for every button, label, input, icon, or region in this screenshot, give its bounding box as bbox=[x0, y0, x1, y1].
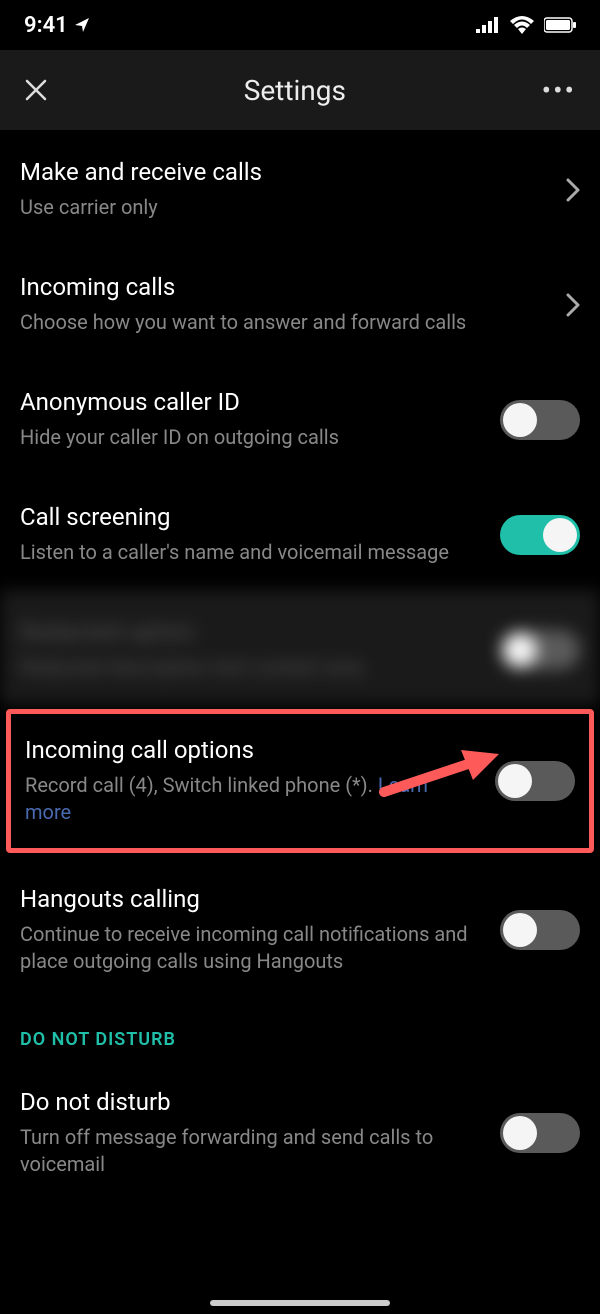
row-text: Hangouts calling Continue to receive inc… bbox=[20, 885, 500, 975]
row-subtitle-text: Record call (4), Switch linked phone (*)… bbox=[25, 773, 378, 797]
toggle-knob bbox=[503, 913, 537, 947]
row-subtitle: Continue to receive incoming call notifi… bbox=[20, 921, 480, 975]
more-icon[interactable]: ••• bbox=[542, 74, 576, 107]
row-text: Incoming calls Choose how you want to an… bbox=[20, 273, 566, 336]
row-subtitle: Choose how you want to answer and forwar… bbox=[20, 309, 546, 336]
section-dnd-label: DO NOT DISTURB bbox=[0, 999, 600, 1060]
row-title: Redacted option bbox=[20, 618, 480, 646]
row-subtitle: Use carrier only bbox=[20, 194, 546, 221]
status-right bbox=[476, 16, 576, 34]
row-incoming-calls[interactable]: Incoming calls Choose how you want to an… bbox=[0, 245, 600, 360]
page-title: Settings bbox=[244, 74, 346, 107]
row-title: Make and receive calls bbox=[20, 158, 546, 186]
row-subtitle: Listen to a caller's name and voicemail … bbox=[20, 539, 480, 566]
toggle-knob bbox=[503, 1116, 537, 1150]
location-icon bbox=[74, 17, 90, 33]
row-title: Incoming calls bbox=[20, 273, 546, 301]
row-make-calls[interactable]: Make and receive calls Use carrier only bbox=[0, 130, 600, 245]
toggle-dnd[interactable] bbox=[500, 1113, 580, 1153]
row-text: Do not disturb Turn off message forwardi… bbox=[20, 1088, 500, 1178]
row-title: Do not disturb bbox=[20, 1088, 480, 1116]
home-indicator[interactable] bbox=[210, 1300, 390, 1306]
row-redacted: Redacted option Redacted description tex… bbox=[0, 590, 600, 705]
row-call-screening: Call screening Listen to a caller's name… bbox=[0, 475, 600, 590]
wifi-icon bbox=[510, 16, 534, 34]
toggle-redacted[interactable] bbox=[500, 630, 580, 670]
row-title: Call screening bbox=[20, 503, 480, 531]
row-hangouts: Hangouts calling Continue to receive inc… bbox=[0, 857, 600, 999]
row-subtitle: Record call (4), Switch linked phone (*)… bbox=[25, 772, 475, 826]
row-text: Redacted option Redacted description tex… bbox=[20, 618, 500, 681]
toggle-knob bbox=[503, 403, 537, 437]
close-icon[interactable] bbox=[24, 78, 48, 102]
row-text: Call screening Listen to a caller's name… bbox=[20, 503, 500, 566]
toggle-call-screening[interactable] bbox=[500, 515, 580, 555]
row-anon-id: Anonymous caller ID Hide your caller ID … bbox=[0, 360, 600, 475]
status-bar: 9:41 bbox=[0, 0, 600, 50]
chevron-right-icon bbox=[566, 178, 580, 202]
row-title: Incoming call options bbox=[25, 736, 475, 764]
toggle-incoming-options[interactable] bbox=[495, 761, 575, 801]
chevron-right-icon bbox=[566, 293, 580, 317]
row-title: Anonymous caller ID bbox=[20, 388, 480, 416]
row-title: Hangouts calling bbox=[20, 885, 480, 913]
toggle-hangouts[interactable] bbox=[500, 910, 580, 950]
signal-icon bbox=[476, 17, 500, 33]
status-left: 9:41 bbox=[24, 13, 90, 38]
row-subtitle: Redacted description text content area bbox=[20, 654, 480, 681]
header: Settings ••• bbox=[0, 50, 600, 130]
screen: 9:41 Settings ••• Make an bbox=[0, 0, 600, 1314]
highlight-box: Incoming call options Record call (4), S… bbox=[6, 709, 594, 853]
row-text: Make and receive calls Use carrier only bbox=[20, 158, 566, 221]
row-incoming-options: Incoming call options Record call (4), S… bbox=[11, 714, 589, 848]
content: Make and receive calls Use carrier only … bbox=[0, 130, 600, 1242]
toggle-anon-id[interactable] bbox=[500, 400, 580, 440]
toggle-knob bbox=[503, 633, 537, 667]
toggle-knob bbox=[498, 764, 532, 798]
battery-icon bbox=[544, 17, 576, 33]
row-subtitle: Hide your caller ID on outgoing calls bbox=[20, 424, 480, 451]
row-dnd: Do not disturb Turn off message forwardi… bbox=[0, 1060, 600, 1202]
status-time: 9:41 bbox=[24, 13, 68, 38]
row-subtitle: Turn off message forwarding and send cal… bbox=[20, 1124, 480, 1178]
row-text: Anonymous caller ID Hide your caller ID … bbox=[20, 388, 500, 451]
row-text: Incoming call options Record call (4), S… bbox=[25, 736, 495, 826]
toggle-knob bbox=[543, 518, 577, 552]
